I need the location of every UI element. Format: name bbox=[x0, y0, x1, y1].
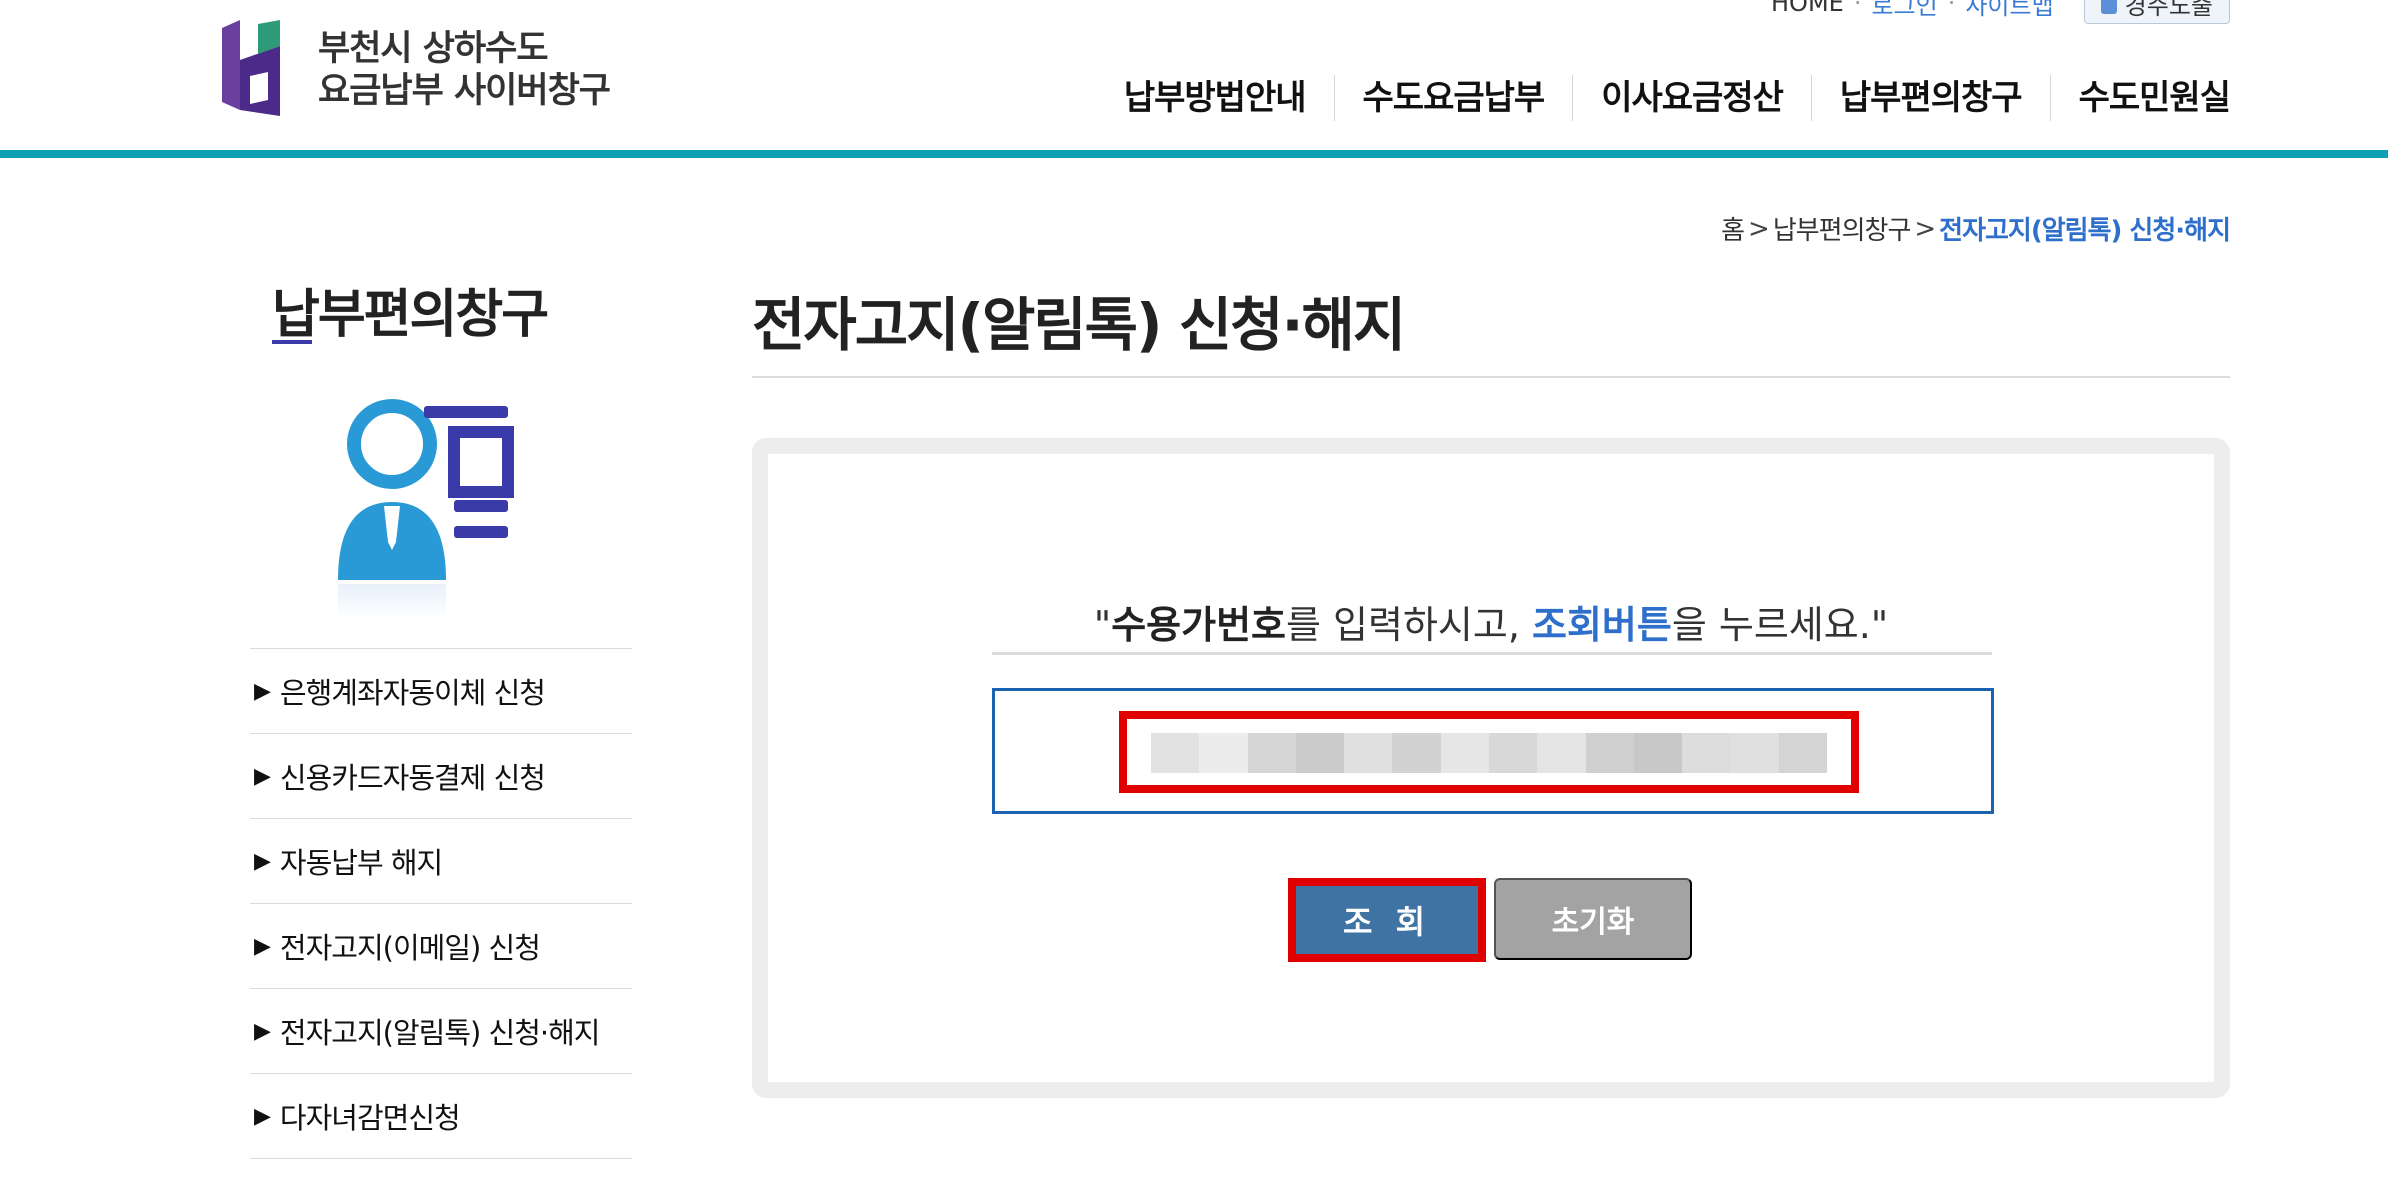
sidebar-item-label: 자동납부 해지 bbox=[279, 846, 443, 880]
sidebar-item-label: 다자녀감면신청 bbox=[279, 1101, 461, 1135]
instruction-open-quote: " bbox=[1093, 603, 1112, 647]
chevron-right-icon: > bbox=[1914, 213, 1936, 244]
triangle-bullet-icon: ▶ bbox=[254, 1103, 271, 1129]
customer-number-input-box bbox=[992, 688, 1994, 814]
reset-button[interactable]: 초기화 bbox=[1494, 878, 1692, 960]
site-logo[interactable]: 부천시 상하수도 요금납부 사이버창구 bbox=[218, 20, 618, 120]
header-accent-bar bbox=[0, 150, 2388, 158]
triangle-bullet-icon: ▶ bbox=[254, 933, 271, 959]
nav-item-moving-settlement[interactable]: 이사요금정산 bbox=[1573, 70, 1811, 126]
sidebar-menu: ▶ 은행계좌자동이체 신청 ▶ 신용카드자동결제 신청 ▶ 자동납부 해지 ▶ … bbox=[250, 648, 632, 1159]
home-link[interactable]: HOME bbox=[1771, 0, 1844, 17]
customer-number-field-highlight[interactable] bbox=[1119, 711, 1859, 793]
sidebar-item-autopay-cancel[interactable]: ▶ 자동납부 해지 bbox=[250, 819, 632, 904]
app-button[interactable]: 경주노출 bbox=[2083, 0, 2230, 24]
sidebar-title-underline bbox=[272, 340, 312, 344]
search-button[interactable]: 조 회 bbox=[1296, 886, 1478, 954]
instruction-middle: 를 입력하시고, bbox=[1286, 603, 1532, 647]
instruction-search-button-term: 조회버튼 bbox=[1532, 603, 1672, 647]
triangle-bullet-icon: ▶ bbox=[254, 848, 271, 874]
breadcrumb-home[interactable]: 홈 bbox=[1721, 210, 1745, 247]
main-navigation: 납부방법안내 수도요금납부 이사요금정산 납부편의창구 수도민원실 bbox=[1096, 70, 2231, 126]
instruction-text: "수용가번호를 입력하시고, 조회버튼을 누르세요." bbox=[768, 594, 2214, 649]
instruction-customer-number: 수용가번호 bbox=[1111, 603, 1286, 647]
user-document-illustration-icon bbox=[334, 392, 534, 622]
breadcrumb: 홈 > 납부편의창구 > 전자고지(알림톡) 신청·해지 bbox=[1721, 210, 2231, 247]
page-title: 전자고지(알림톡) 신청·해지 bbox=[752, 291, 1406, 359]
nav-item-civil-service[interactable]: 수도민원실 bbox=[2051, 70, 2231, 126]
app-button-label: 경주노출 bbox=[2124, 0, 2213, 20]
chevron-right-icon: > bbox=[1748, 213, 1770, 244]
nav-item-payment-convenience[interactable]: 납부편의창구 bbox=[1812, 70, 2050, 126]
search-button-highlight: 조 회 bbox=[1288, 878, 1486, 962]
triangle-bullet-icon: ▶ bbox=[254, 678, 271, 704]
phone-icon bbox=[2100, 0, 2117, 14]
sidebar-item-multi-child-discount[interactable]: ▶ 다자녀감면신청 bbox=[250, 1074, 632, 1159]
breadcrumb-current: 전자고지(알림톡) 신청·해지 bbox=[1939, 216, 2231, 246]
lookup-panel-inner: "수용가번호를 입력하시고, 조회버튼을 누르세요." 조 회 초기화 bbox=[768, 454, 2214, 1082]
logo-mark-icon bbox=[222, 20, 280, 116]
lookup-panel: "수용가번호를 입력하시고, 조회버튼을 누르세요." 조 회 초기화 bbox=[752, 438, 2230, 1098]
sidebar-item-bank-autotransfer[interactable]: ▶ 은행계좌자동이체 신청 bbox=[250, 649, 632, 734]
separator-dot: · bbox=[1947, 0, 1956, 17]
sidebar-item-label: 전자고지(알림톡) 신청·해지 bbox=[279, 1016, 601, 1050]
sidebar-item-label: 은행계좌자동이체 신청 bbox=[279, 676, 546, 710]
sidebar-item-label: 전자고지(이메일) 신청 bbox=[279, 931, 541, 965]
sidebar-item-label: 신용카드자동결제 신청 bbox=[279, 761, 546, 795]
utility-bar: HOME · 로그인 · 사이트맵 경주노출 bbox=[1771, 0, 2230, 24]
instruction-end: 을 누르세요." bbox=[1671, 603, 1889, 647]
login-link[interactable]: 로그인 bbox=[1871, 0, 1937, 21]
triangle-bullet-icon: ▶ bbox=[254, 763, 271, 789]
site-header: 부천시 상하수도 요금납부 사이버창구 HOME · 로그인 · 사이트맵 경주… bbox=[0, 0, 2388, 158]
customer-number-input[interactable] bbox=[1151, 733, 1827, 773]
nav-item-water-bill-payment[interactable]: 수도요금납부 bbox=[1335, 70, 1573, 126]
nav-item-payment-guide[interactable]: 납부방법안내 bbox=[1096, 70, 1334, 126]
separator-dot: · bbox=[1853, 0, 1862, 17]
sidebar-item-email-notice[interactable]: ▶ 전자고지(이메일) 신청 bbox=[250, 904, 632, 989]
sitemap-link[interactable]: 사이트맵 bbox=[1965, 0, 2053, 21]
instruction-underline bbox=[992, 652, 1992, 655]
breadcrumb-parent[interactable]: 납부편의창구 bbox=[1773, 210, 1912, 247]
logo-line-1: 부천시 상하수도 bbox=[318, 29, 549, 69]
logo-text: 부천시 상하수도 요금납부 사이버창구 bbox=[318, 28, 611, 112]
sidebar-title: 납부편의창구 bbox=[272, 285, 549, 345]
title-divider bbox=[752, 376, 2230, 378]
logo-line-2: 요금납부 사이버창구 bbox=[318, 71, 611, 111]
sidebar-item-credit-card-autopay[interactable]: ▶ 신용카드자동결제 신청 bbox=[250, 734, 632, 819]
triangle-bullet-icon: ▶ bbox=[254, 1018, 271, 1044]
sidebar-item-alimtalk-notice[interactable]: ▶ 전자고지(알림톡) 신청·해지 bbox=[250, 989, 632, 1074]
